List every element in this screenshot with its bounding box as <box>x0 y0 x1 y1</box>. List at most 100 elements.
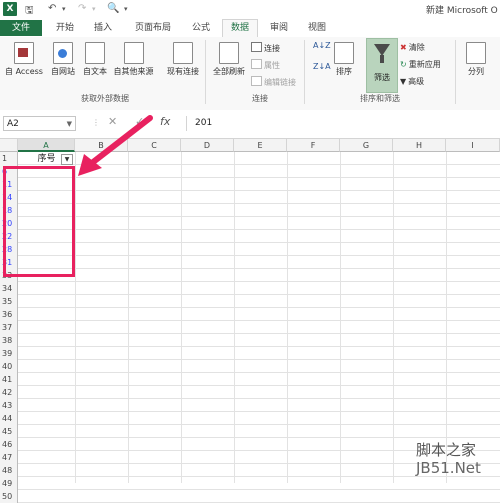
row-header[interactable]: 38 <box>0 334 18 347</box>
worksheet-grid[interactable]: A B C D E F G H I 1 序号 ▼ 6 11 14 18 20 22 28 31… <box>0 139 500 503</box>
edit-links-button[interactable]: 编辑链接 <box>251 76 296 88</box>
table-row[interactable] <box>18 295 500 308</box>
text-to-columns-button[interactable]: 分列 <box>462 42 490 77</box>
row-header[interactable]: 37 <box>0 321 18 334</box>
properties-button[interactable]: 属性 <box>251 59 280 71</box>
select-all-corner[interactable] <box>0 139 18 152</box>
text-to-columns-label: 分列 <box>468 67 484 76</box>
table-row[interactable] <box>18 386 500 399</box>
from-text-label: 自文本 <box>83 67 107 76</box>
table-row[interactable] <box>18 321 500 334</box>
redo-dropdown-icon[interactable]: ▾ <box>92 5 96 13</box>
insert-function-icon[interactable]: fx <box>160 115 170 128</box>
customize-qat-icon[interactable]: ▾ <box>124 5 128 13</box>
table-row[interactable] <box>18 490 500 503</box>
row-header[interactable]: 42 <box>0 386 18 399</box>
sort-descending-icon[interactable]: Z↓A <box>313 62 331 71</box>
column-header-f[interactable]: F <box>287 139 340 152</box>
sort-button[interactable]: 排序 <box>330 42 358 77</box>
row-header[interactable]: 46 <box>0 438 18 451</box>
row-header[interactable]: 45 <box>0 425 18 438</box>
name-box[interactable]: A2 ▼ <box>3 116 76 131</box>
tab-page-layout[interactable]: 页面布局 <box>128 20 178 36</box>
column-header-i[interactable]: I <box>446 139 500 152</box>
reapply-button[interactable]: ↻ 重新应用 <box>400 59 441 70</box>
table-row[interactable] <box>18 282 500 295</box>
from-access-button[interactable]: 自 Access <box>3 42 45 77</box>
existing-connections-label: 现有连接 <box>167 67 199 76</box>
row-header[interactable]: 35 <box>0 295 18 308</box>
sort-ascending-icon[interactable]: A↓Z <box>313 41 331 50</box>
print-preview-icon[interactable]: 🔍 <box>107 3 119 14</box>
tab-home[interactable]: 开始 <box>50 20 80 36</box>
clear-filter-icon: ✖ <box>400 43 407 52</box>
table-row[interactable] <box>18 308 500 321</box>
table-row[interactable] <box>18 269 500 282</box>
advanced-filter-button[interactable]: ▼ 高级 <box>400 76 424 87</box>
sort-dialog-icon <box>334 42 354 64</box>
clear-filter-button[interactable]: ✖ 清除 <box>400 42 425 53</box>
table-row[interactable] <box>18 399 500 412</box>
redo-icon[interactable]: ↷ <box>78 3 86 14</box>
row-header[interactable]: 47 <box>0 451 18 464</box>
table-row[interactable] <box>18 217 500 230</box>
filter-button[interactable]: 筛选 <box>366 38 398 93</box>
from-other-sources-button[interactable]: 自其他来源 <box>111 42 156 77</box>
reapply-icon: ↻ <box>400 60 407 69</box>
edit-links-icon <box>251 76 262 86</box>
properties-label: 属性 <box>264 61 280 70</box>
table-row[interactable] <box>18 204 500 217</box>
undo-dropdown-icon[interactable]: ▾ <box>62 5 66 13</box>
table-row[interactable] <box>18 191 500 204</box>
tab-insert[interactable]: 插入 <box>88 20 118 36</box>
row-header[interactable]: 36 <box>0 308 18 321</box>
table-row[interactable] <box>18 412 500 425</box>
reapply-label: 重新应用 <box>408 60 441 69</box>
text-to-columns-icon <box>466 42 486 64</box>
undo-icon[interactable]: ↶ <box>48 3 56 14</box>
advanced-filter-icon: ▼ <box>400 77 407 86</box>
filter-label: 筛选 <box>374 73 390 82</box>
table-row[interactable] <box>18 373 500 386</box>
existing-connections-icon <box>173 42 193 64</box>
from-web-button[interactable]: 自网站 <box>48 42 78 77</box>
table-row[interactable] <box>18 256 500 269</box>
row-header[interactable]: 43 <box>0 399 18 412</box>
annotation-highlight-box <box>3 166 75 277</box>
tab-review[interactable]: 审阅 <box>264 20 294 36</box>
save-icon[interactable]: 🖫 <box>25 3 34 20</box>
table-row[interactable] <box>18 347 500 360</box>
row-header[interactable]: 48 <box>0 464 18 477</box>
table-row[interactable] <box>18 230 500 243</box>
column-header-a[interactable]: A <box>18 139 75 152</box>
row-header[interactable]: 44 <box>0 412 18 425</box>
refresh-all-button[interactable]: 全部刷新 <box>210 42 248 77</box>
sort-label: 排序 <box>336 67 352 76</box>
column-header-g[interactable]: G <box>340 139 393 152</box>
ribbon-separator <box>205 40 206 104</box>
clear-label: 清除 <box>408 43 425 52</box>
row-header[interactable]: 34 <box>0 282 18 295</box>
table-row[interactable] <box>18 334 500 347</box>
row-header[interactable]: 50 <box>0 490 18 503</box>
existing-connections-button[interactable]: 现有连接 <box>164 42 202 77</box>
column-header-e[interactable]: E <box>234 139 287 152</box>
table-row[interactable] <box>18 360 500 373</box>
row-header[interactable]: 41 <box>0 373 18 386</box>
row-header[interactable]: 1 <box>0 152 18 165</box>
annotation-arrow-icon <box>78 115 153 176</box>
connections-button[interactable]: 连接 <box>251 42 280 54</box>
tab-data[interactable]: 数据 <box>222 19 258 39</box>
from-text-button[interactable]: 自文本 <box>80 42 110 77</box>
column-header-d[interactable]: D <box>181 139 234 152</box>
ribbon: 自 Access 自网站 自文本 自其他来源 现有连接 获取外部数据 全部刷新 … <box>0 37 500 111</box>
column-header-h[interactable]: H <box>393 139 446 152</box>
formula-input[interactable]: 201 <box>186 116 500 131</box>
row-header[interactable]: 40 <box>0 360 18 373</box>
tab-view[interactable]: 视图 <box>302 20 332 36</box>
row-header[interactable]: 39 <box>0 347 18 360</box>
tab-file[interactable]: 文件 <box>0 20 42 36</box>
tab-formulas[interactable]: 公式 <box>186 20 216 36</box>
table-row[interactable] <box>18 243 500 256</box>
row-header[interactable]: 49 <box>0 477 18 490</box>
